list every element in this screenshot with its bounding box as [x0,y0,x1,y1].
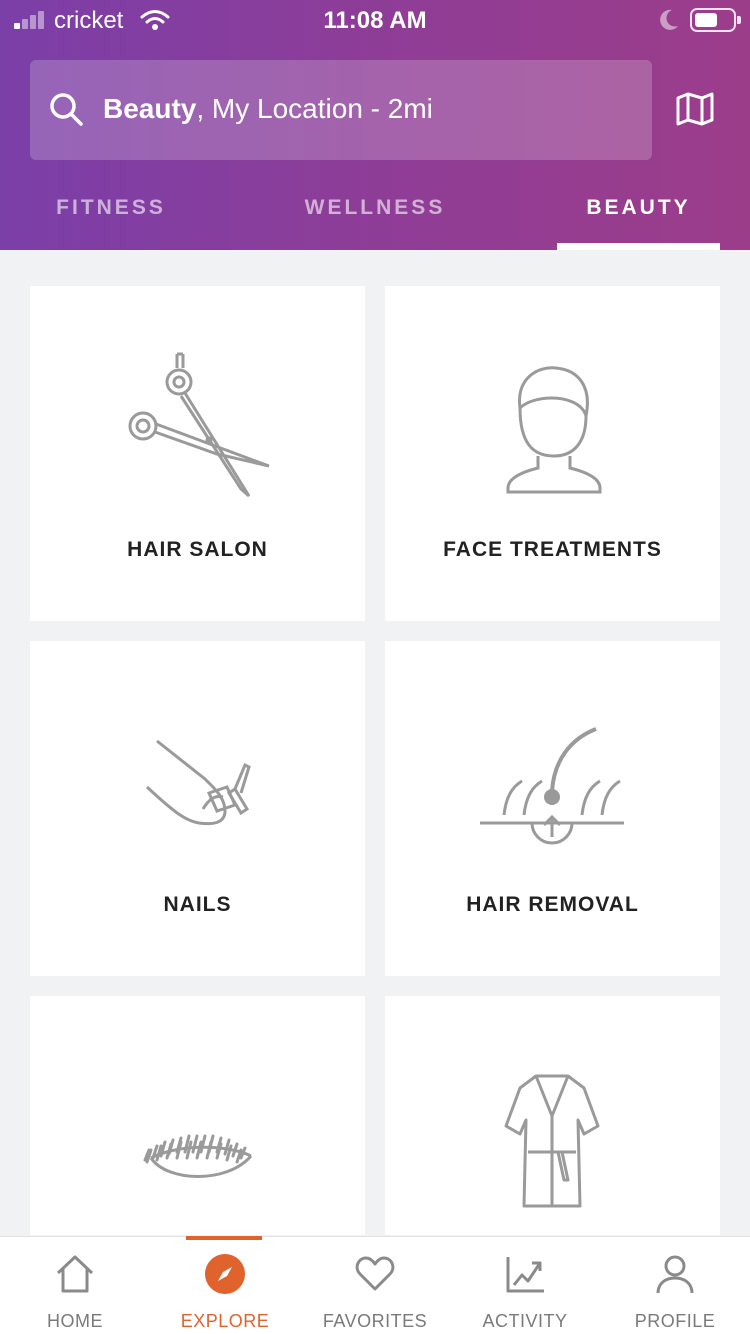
header: cricket 11:08 AM Beauty, My Location - 2… [0,0,750,250]
search-bar[interactable]: Beauty, My Location - 2mi [30,60,652,160]
nail-polish-icon [145,739,251,826]
category-tabs: FITNESS WELLNESS BEAUTY [0,190,750,250]
nav-explore-label: EXPLORE [180,1311,270,1331]
compass-icon [205,1254,245,1294]
user-icon [656,1255,694,1294]
category-label: NAILS [163,893,232,916]
scissors-icon [128,352,270,498]
bottom-nav: HOME EXPLORE FAVORITES ACTIVITY PROFILE [0,1236,750,1334]
search-query[interactable]: Beauty, My Location - 2mi [103,93,433,125]
tab-fitness[interactable]: FITNESS [0,190,222,250]
face-towel-icon [506,366,602,494]
home-icon [56,1255,94,1293]
nav-favorites-label: FAVORITES [322,1311,428,1331]
search-location: , My Location - 2mi [196,93,433,124]
clock: 11:08 AM [323,7,427,34]
tab-beauty[interactable]: BEAUTY [557,190,720,250]
nav-explore[interactable]: EXPLORE [150,1237,300,1334]
tab-wellness[interactable]: WELLNESS [264,190,486,250]
nav-home-label: HOME [47,1311,103,1331]
category-card-hair-salon[interactable]: HAIR SALON [30,286,365,621]
category-card-face-treatments[interactable]: FACE TREATMENTS [385,286,720,621]
robe-icon [504,1074,600,1208]
category-card-nails[interactable]: NAILS [30,641,365,976]
nav-activity[interactable]: ACTIVITY [450,1237,600,1334]
nav-profile[interactable]: PROFILE [600,1237,750,1334]
nav-activity-label: ACTIVITY [482,1311,568,1331]
category-label: HAIR REMOVAL [466,893,639,916]
category-card-hair-removal[interactable]: HAIR REMOVAL [385,641,720,976]
category-card-spa[interactable] [385,996,720,1235]
search-icon [50,93,83,126]
category-grid: HAIR SALON FACE TREATMENTS NAILS HAIR RE… [0,250,750,1235]
heart-icon [355,1256,395,1291]
hair-follicle-icon [480,727,624,845]
active-nav-indicator [186,1236,262,1240]
eyelash-icon [143,1134,253,1178]
moon-icon [660,9,678,30]
nav-home[interactable]: HOME [0,1237,150,1334]
category-label: HAIR SALON [127,538,268,561]
nav-profile-label: PROFILE [634,1311,716,1331]
chart-icon [506,1257,544,1293]
category-label: FACE TREATMENTS [443,538,662,561]
category-card-eyelash[interactable] [30,996,365,1235]
battery-icon [690,8,741,32]
active-tab-indicator [557,243,720,250]
nav-favorites[interactable]: FAVORITES [300,1237,450,1334]
map-icon[interactable] [676,92,714,126]
status-bar: cricket 11:08 AM [0,0,750,40]
search-category: Beauty [103,93,197,124]
